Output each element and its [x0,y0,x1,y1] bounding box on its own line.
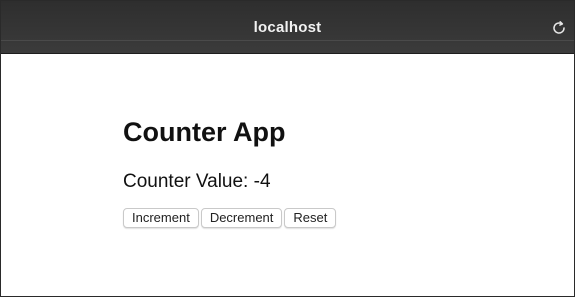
counter-label: Counter Value: [123,171,249,192]
counter-display: Counter Value: -4 [123,169,543,195]
decrement-button[interactable]: Decrement [200,208,283,228]
increment-button[interactable]: Increment [123,208,199,228]
button-group: Increment Decrement Reset [123,208,543,228]
app-content: Counter App Counter Value: -4 Increment … [123,113,543,228]
browser-toolbar: localhost [1,1,574,54]
counter-value: -4 [253,171,271,192]
page-title: Counter App [123,117,286,147]
reset-button[interactable]: Reset [284,208,337,228]
address-bar-url[interactable]: localhost [1,1,574,54]
browser-window: localhost Counter App Counter Value: -4 … [0,0,575,297]
reload-icon[interactable] [551,20,567,36]
